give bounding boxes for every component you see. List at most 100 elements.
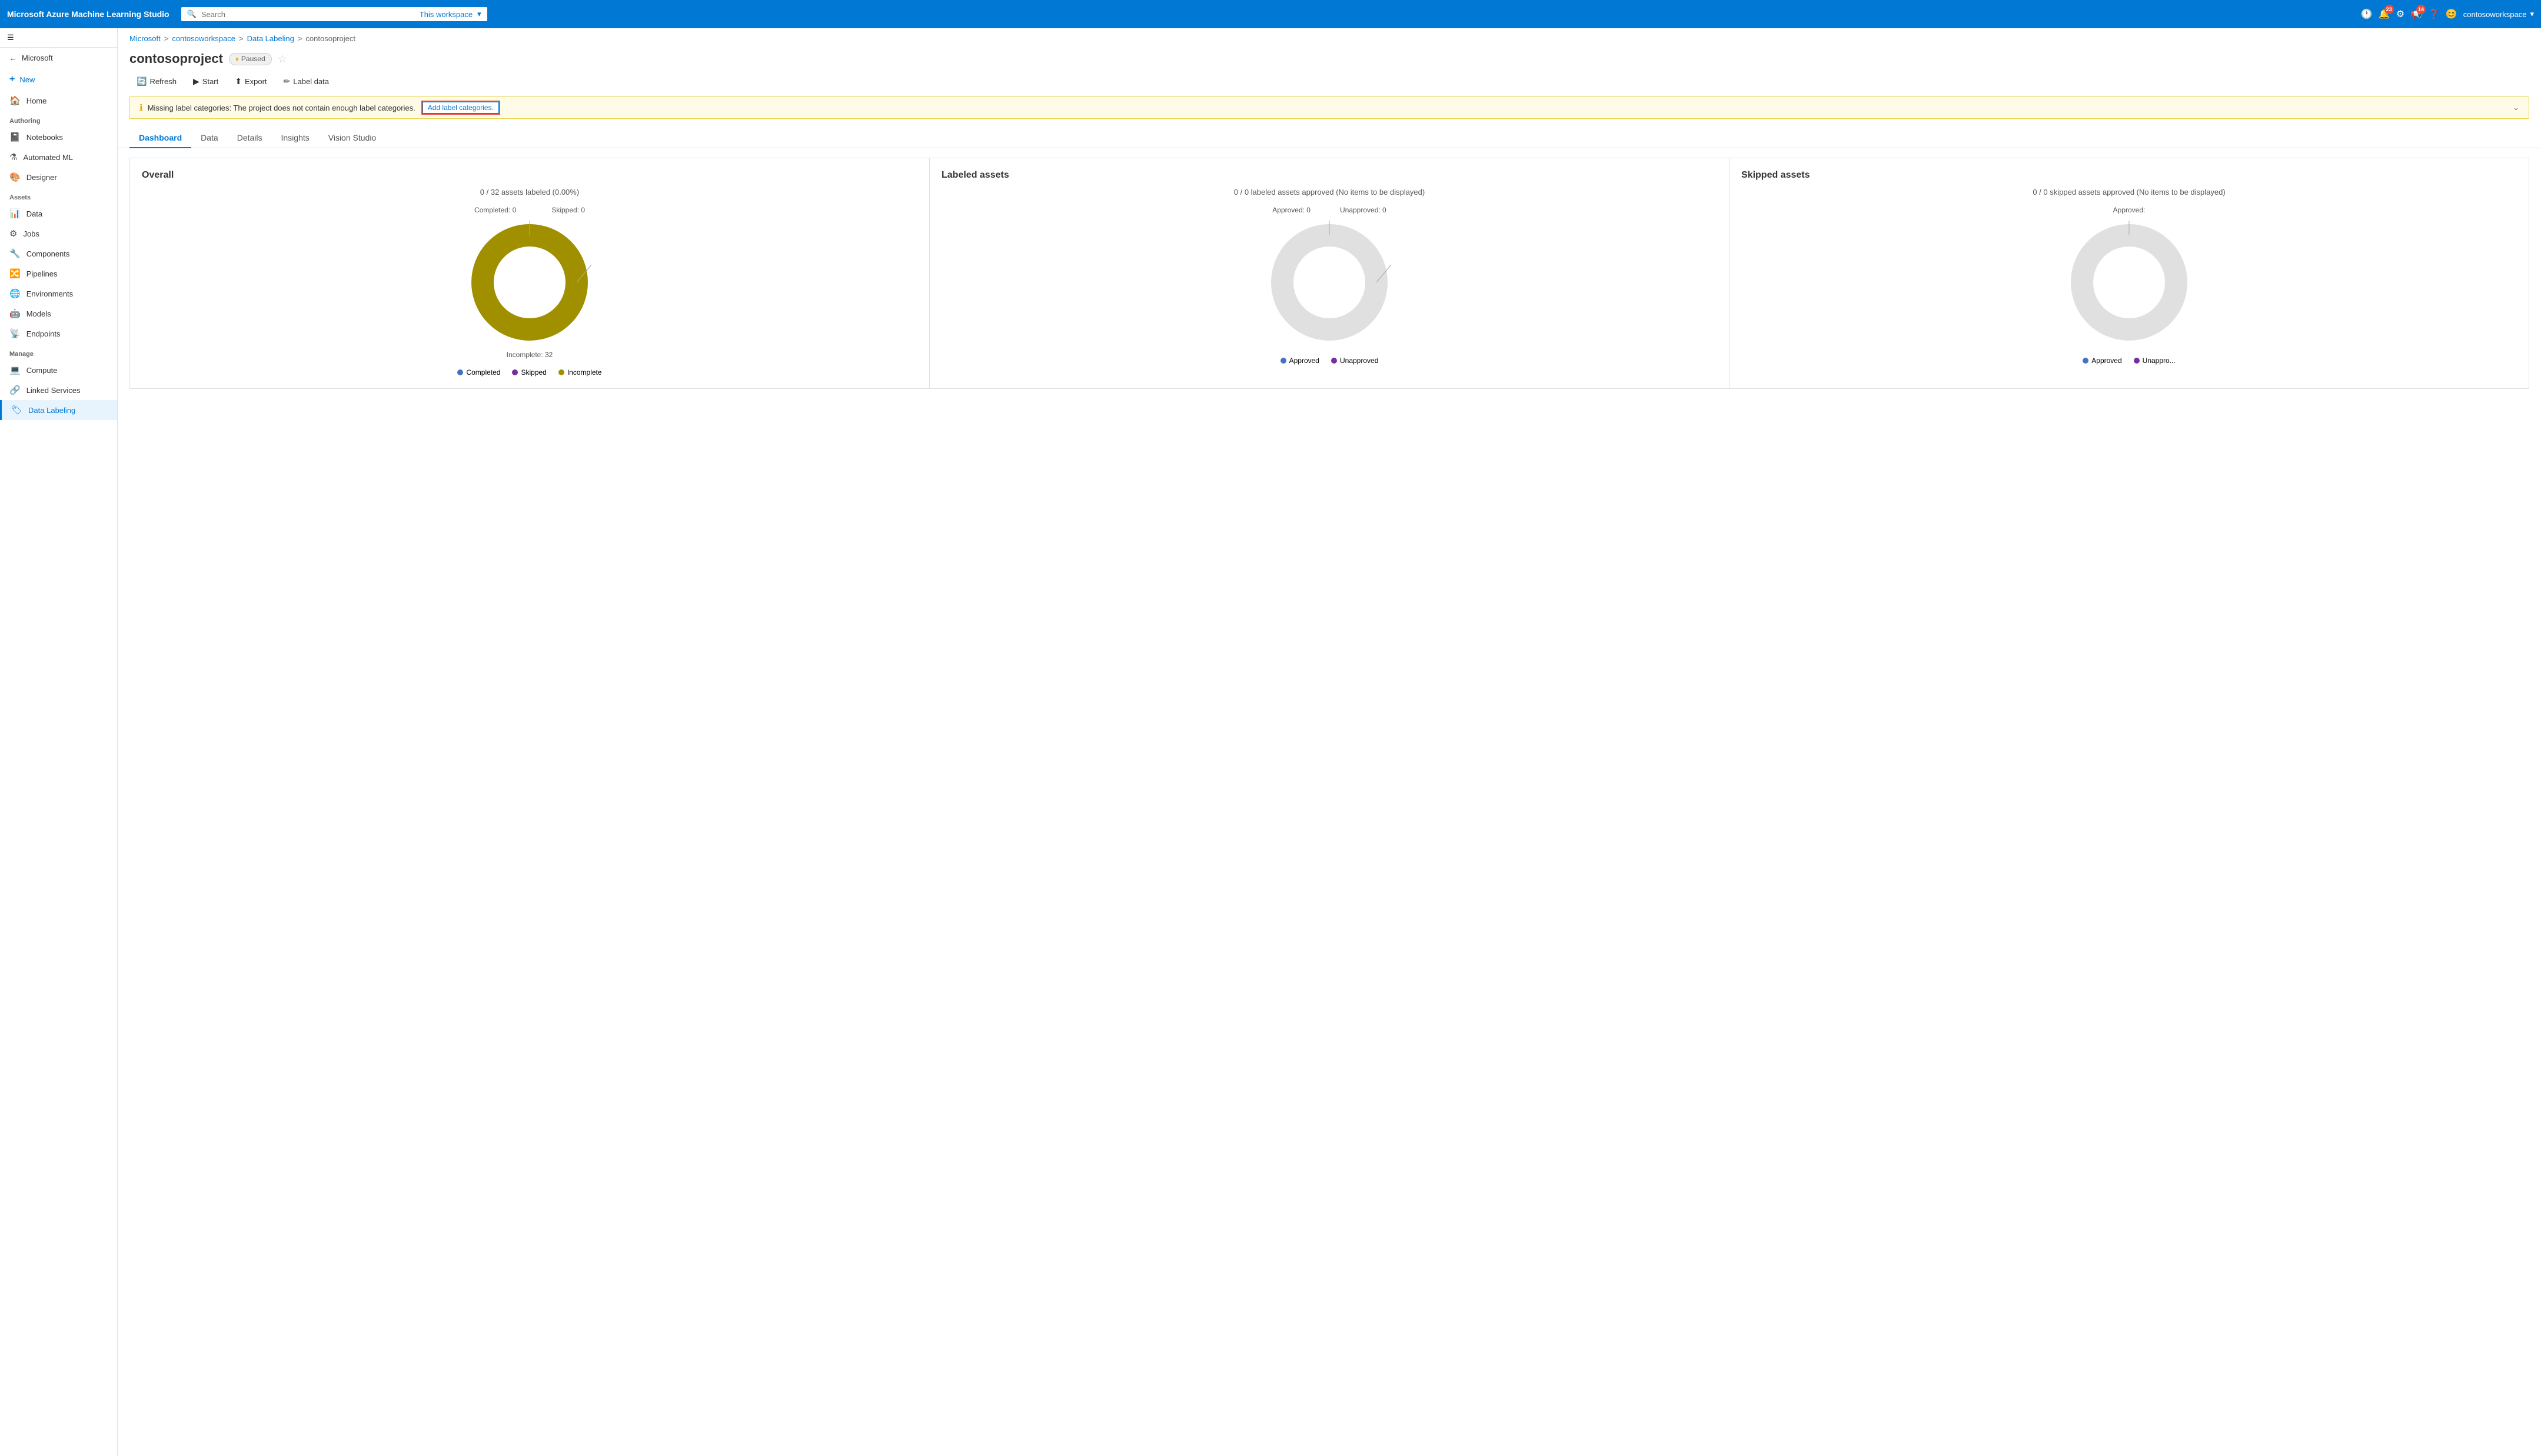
overall-donut-chart [465,218,594,347]
data-labeling-icon: 🏷 [11,405,22,415]
skipped-assets-chart-container: Approved: Approved [1741,206,2517,365]
sidebar-microsoft[interactable]: ← Microsoft [0,48,117,68]
skipped-assets-donut-chart [2064,218,2194,347]
compute-label: Compute [26,366,58,375]
breadcrumb-microsoft[interactable]: Microsoft [129,34,161,43]
linked-services-label: Linked Services [26,386,81,395]
account-btn[interactable]: 😊 [2446,8,2457,20]
user-area[interactable]: contosoworkspace ▾ [2463,9,2534,19]
search-bar[interactable]: 🔍 This workspace ▾ [181,7,487,21]
toolbar: 🔄 Refresh ▶ Start ⬆ Export ✏ Label data [118,74,2541,96]
start-icon: ▶ [193,76,199,86]
overall-subtitle: 0 / 32 assets labeled (0.00%) [142,188,917,196]
search-icon: 🔍 [187,9,197,19]
sidebar-item-data-labeling[interactable]: 🏷 Data Labeling [0,400,117,420]
breadcrumb: Microsoft > contosoworkspace > Data Labe… [118,28,2541,49]
data-label: Data [26,209,42,218]
search-input[interactable] [201,10,415,19]
sidebar-item-endpoints[interactable]: 📡 Endpoints [0,324,117,344]
app-body: ☰ ← Microsoft + New 🏠 Home Authoring 📓 N… [0,28,2541,1456]
tab-bar: Dashboard Data Details Insights Vision S… [118,128,2541,148]
skipped-dot [512,369,518,375]
add-categories-button[interactable]: Add label categories. [423,102,499,114]
tab-vision-studio[interactable]: Vision Studio [319,128,385,148]
clock-icon-btn[interactable]: 🕐 [2361,8,2373,20]
sidebar-item-components[interactable]: 🔧 Components [0,244,117,264]
legend-skipped-unapproved: Unappro... [2134,356,2176,365]
unapproved-top-label: Unapproved: 0 [1340,206,1386,214]
page-title: contosoproject [129,51,223,66]
legend-incomplete: Incomplete [558,368,602,377]
overall-chart-container: Completed: 0 Skipped: 0 [142,206,917,377]
sidebar-menu-toggle[interactable]: ☰ [0,28,117,48]
completed-dot [457,369,463,375]
breadcrumb-workspace[interactable]: contosoworkspace [172,34,235,43]
warning-banner: ℹ Missing label categories: The project … [129,96,2529,119]
linked-services-icon: 🔗 [9,385,21,395]
sidebar-new-btn[interactable]: + New [0,68,117,91]
new-label: New [19,75,35,84]
jobs-icon: ⚙ [9,228,17,239]
settings-btn[interactable]: ⚙ [2396,8,2404,20]
refresh-button[interactable]: 🔄 Refresh [129,74,184,89]
labeled-assets-svg [1265,218,1394,347]
incomplete-dot [558,369,564,375]
search-workspace-label[interactable]: This workspace [420,10,473,19]
updates-badge: 14 [2416,5,2426,14]
export-button[interactable]: ⬆ Export [228,74,274,89]
data-labeling-label: Data Labeling [28,406,75,415]
approved-top-label: Approved: 0 [1272,206,1311,214]
sidebar-item-models[interactable]: 🤖 Models [0,304,117,324]
export-icon: ⬆ [235,76,242,86]
tab-dashboard[interactable]: Dashboard [129,128,191,148]
labeled-assets-title: Labeled assets [942,170,1717,181]
skipped-assets-legend: Approved Unappro... [2083,356,2175,365]
environments-label: Environments [26,289,73,298]
unapproved-dot [1331,358,1337,364]
sidebar-item-compute[interactable]: 💻 Compute [0,360,117,380]
refresh-icon: 🔄 [137,76,147,86]
labeled-assets-card: Labeled assets 0 / 0 labeled assets appr… [930,158,1730,389]
models-label: Models [26,309,51,318]
sidebar-item-pipelines[interactable]: 🔀 Pipelines [0,264,117,284]
sidebar-item-designer[interactable]: 🎨 Designer [0,167,117,187]
sidebar-item-environments[interactable]: 🌐 Environments [0,284,117,304]
tab-data[interactable]: Data [191,128,228,148]
favorite-star[interactable]: ☆ [278,53,287,65]
breadcrumb-data-labeling[interactable]: Data Labeling [247,34,294,43]
legend-skipped-approved: Approved [2083,356,2121,365]
user-chevron: ▾ [2530,9,2534,19]
sidebar-microsoft-label: Microsoft [22,54,53,62]
sidebar-item-jobs[interactable]: ⚙ Jobs [0,224,117,244]
notifications-btn[interactable]: 🔔 23 [2379,8,2390,20]
updates-btn[interactable]: 📢 14 [2410,8,2422,20]
sidebar-item-automated-ml[interactable]: ⚗ Automated ML [0,147,117,167]
legend-completed: Completed [457,368,500,377]
skipped-assets-title: Skipped assets [1741,170,2517,181]
approved-legend-label: Approved [1289,356,1319,365]
tab-details[interactable]: Details [228,128,272,148]
hamburger-icon: ☰ [7,33,14,42]
label-data-icon: ✏ [284,76,291,86]
sidebar-item-data[interactable]: 📊 Data [0,204,117,224]
designer-label: Designer [26,173,57,182]
breadcrumb-project: contosoproject [305,34,355,43]
home-label: Home [26,96,47,105]
search-workspace-chevron[interactable]: ▾ [477,9,481,19]
skipped-assets-svg [2064,218,2194,347]
labeled-assets-donut-chart [1265,218,1394,347]
warning-collapse-btn[interactable]: ⌄ [2513,103,2519,112]
notebooks-icon: 📓 [9,132,21,142]
sidebar-item-home[interactable]: 🏠 Home [0,91,117,111]
back-icon: ← [9,54,17,62]
tab-insights[interactable]: Insights [272,128,319,148]
page-header: contosoproject ⏸ Paused ☆ [118,49,2541,74]
sidebar-item-notebooks[interactable]: 📓 Notebooks [0,127,117,147]
incomplete-legend-label: Incomplete [567,368,602,377]
completed-top-label: Completed: 0 [474,206,516,214]
plus-icon: + [9,74,15,85]
start-button[interactable]: ▶ Start [186,74,225,89]
label-data-button[interactable]: ✏ Label data [277,74,336,89]
sidebar-item-linked-services[interactable]: 🔗 Linked Services [0,380,117,400]
help-btn[interactable]: ❓ [2428,8,2440,20]
